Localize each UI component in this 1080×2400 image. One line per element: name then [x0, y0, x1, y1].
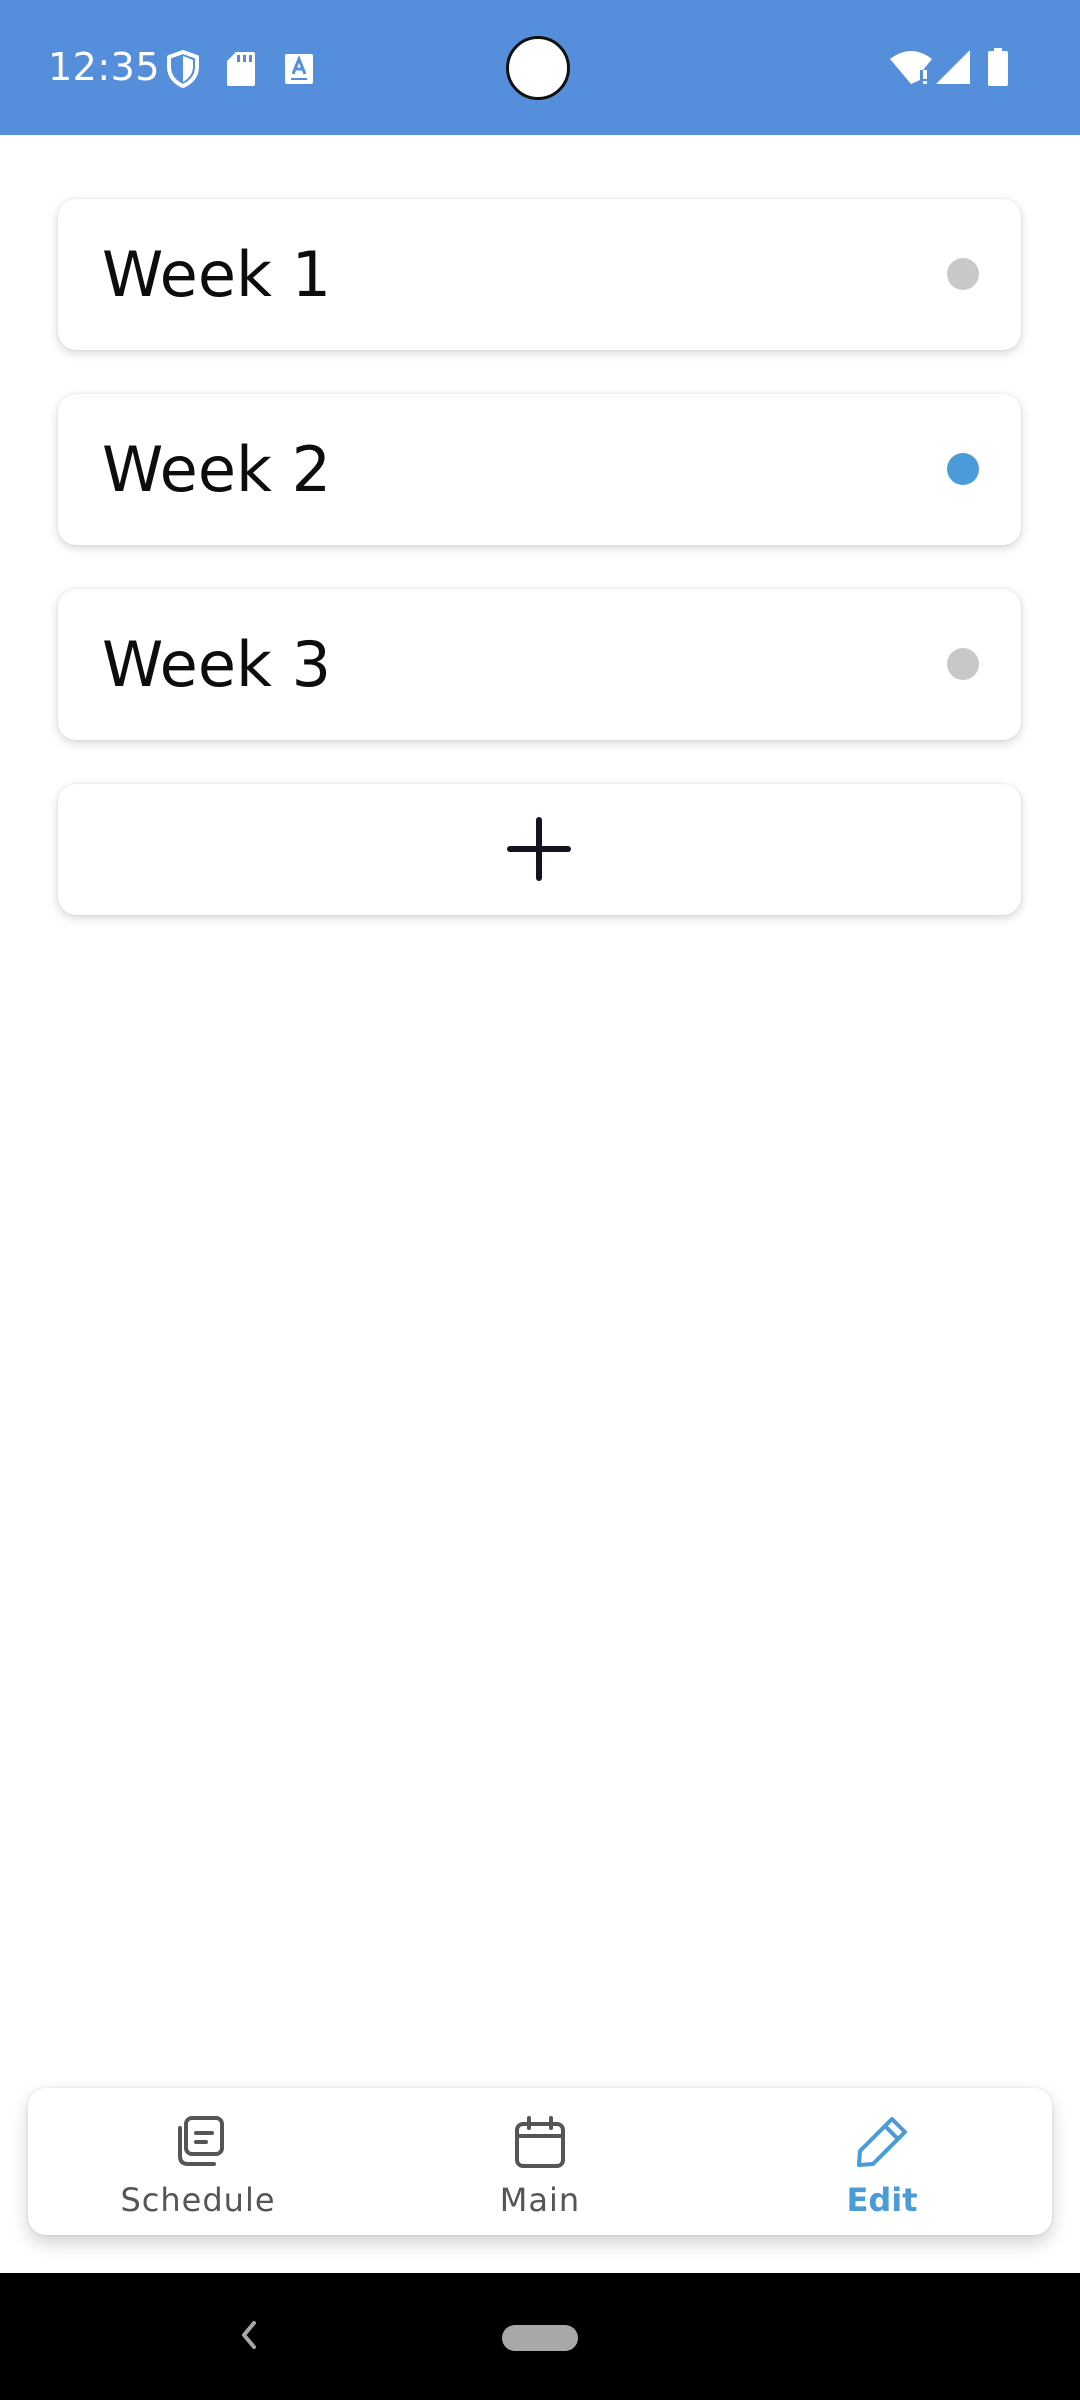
status-dot	[947, 648, 979, 680]
nav-label-schedule: Schedule	[120, 2181, 276, 2219]
nav-label-edit: Edit	[846, 2181, 918, 2219]
battery-icon	[988, 48, 1008, 91]
bottom-navigation: Schedule Main Edit	[28, 2088, 1052, 2235]
week-label: Week 3	[102, 628, 332, 701]
week-card-3[interactable]: Week 3	[58, 589, 1021, 740]
calendar-icon	[515, 2116, 565, 2168]
nav-label-main: Main	[499, 2181, 581, 2219]
keyboard-icon	[285, 54, 313, 89]
schedule-icon	[178, 2116, 224, 2166]
week-label: Week 1	[102, 238, 332, 311]
nav-item-main[interactable]: Main	[390, 2088, 690, 2235]
home-pill-icon[interactable]	[502, 2325, 578, 2351]
nav-item-schedule[interactable]: Schedule	[48, 2088, 348, 2235]
plus-icon	[507, 817, 571, 881]
shield-icon	[166, 50, 200, 93]
week-label: Week 2	[102, 433, 332, 506]
status-dot	[947, 258, 979, 290]
system-navigation-bar	[0, 2273, 1080, 2400]
sd-card-icon	[227, 52, 255, 91]
nav-item-edit[interactable]: Edit	[732, 2088, 1032, 2235]
status-time: 12:35	[48, 45, 161, 89]
pencil-icon	[857, 2117, 907, 2167]
week-list: Week 1 Week 2 Week 3	[58, 199, 1021, 915]
front-camera	[506, 36, 570, 100]
back-icon[interactable]	[236, 2315, 260, 2360]
status-dot	[947, 453, 979, 485]
signal-icon	[936, 50, 970, 89]
add-week-button[interactable]	[58, 784, 1021, 915]
wifi-alert-icon	[890, 50, 932, 89]
week-card-1[interactable]: Week 1	[58, 199, 1021, 350]
week-card-2[interactable]: Week 2	[58, 394, 1021, 545]
status-bar: 12:35	[0, 0, 1080, 135]
